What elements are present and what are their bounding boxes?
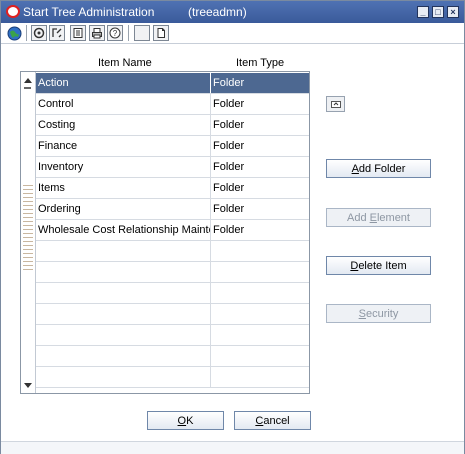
table-row[interactable]: Control Folder bbox=[36, 94, 309, 115]
item-name-cell[interactable] bbox=[36, 325, 211, 345]
close-button[interactable]: × bbox=[447, 6, 459, 18]
item-name-cell[interactable]: Costing bbox=[36, 115, 211, 135]
window-subtitle: (treeadmn) bbox=[188, 5, 247, 19]
item-name-cell[interactable]: Items bbox=[36, 178, 211, 198]
table-row[interactable] bbox=[36, 262, 309, 283]
add-element-button[interactable]: Add Element bbox=[326, 208, 431, 227]
svg-text:?: ? bbox=[113, 29, 118, 38]
tree-items-grid[interactable]: Action Folder Control Folder Costing Folder Fi… bbox=[20, 71, 310, 394]
toolbar-separator bbox=[128, 25, 129, 41]
title-bar[interactable]: Start Tree Administration (treeadmn) _ □… bbox=[1, 1, 464, 23]
table-row[interactable]: Finance Folder bbox=[36, 136, 309, 157]
add-element-label: lement bbox=[376, 211, 410, 224]
table-row[interactable] bbox=[36, 304, 309, 325]
add-folder-label: dd Folder bbox=[358, 162, 406, 175]
maximize-button[interactable]: □ bbox=[432, 6, 444, 18]
new-document-icon[interactable] bbox=[153, 25, 169, 41]
item-name-cell[interactable]: Action bbox=[36, 73, 211, 93]
item-type-cell[interactable]: Folder bbox=[211, 199, 309, 219]
item-name-cell[interactable] bbox=[36, 367, 211, 387]
item-type-cell[interactable] bbox=[211, 346, 309, 366]
delete-item-mnemonic: D bbox=[350, 259, 359, 272]
scroll-track-marker bbox=[24, 87, 31, 89]
table-row[interactable] bbox=[36, 283, 309, 304]
table-row[interactable]: Ordering Folder bbox=[36, 199, 309, 220]
add-element-label-prefix: Add bbox=[346, 211, 370, 224]
item-name-cell[interactable] bbox=[36, 241, 211, 261]
print-icon[interactable] bbox=[89, 25, 105, 41]
table-row[interactable] bbox=[36, 346, 309, 367]
item-name-cell[interactable]: Inventory bbox=[36, 157, 211, 177]
item-type-cell[interactable] bbox=[211, 367, 309, 387]
item-type-cell[interactable] bbox=[211, 283, 309, 303]
scroll-down-icon[interactable] bbox=[23, 380, 33, 390]
delete-item-label: elete Item bbox=[358, 259, 407, 272]
scroll-thumb[interactable] bbox=[23, 182, 33, 272]
action-icon[interactable] bbox=[31, 25, 47, 41]
item-name-cell[interactable]: Ordering bbox=[36, 199, 211, 219]
move-up-button[interactable] bbox=[326, 96, 345, 112]
security-mnemonic: S bbox=[358, 307, 366, 320]
table-row[interactable]: Action Folder bbox=[36, 73, 309, 94]
start-tree-administration-window: Start Tree Administration (treeadmn) _ □… bbox=[0, 0, 465, 454]
item-name-cell[interactable] bbox=[36, 283, 211, 303]
oracle-logo-icon bbox=[6, 5, 20, 18]
item-name-cell[interactable]: Finance bbox=[36, 136, 211, 156]
scroll-up-icon[interactable] bbox=[23, 75, 33, 85]
item-type-cell[interactable] bbox=[211, 262, 309, 282]
cancel-mnemonic: C bbox=[255, 414, 264, 427]
ok-label: K bbox=[186, 414, 194, 427]
table-row[interactable]: Items Folder bbox=[36, 178, 309, 199]
security-button[interactable]: Security bbox=[326, 304, 431, 323]
close-icon: × bbox=[450, 6, 456, 17]
column-header-item-type[interactable]: Item Type bbox=[236, 57, 284, 69]
add-folder-button[interactable]: Add Folder bbox=[326, 159, 431, 178]
item-type-cell[interactable] bbox=[211, 304, 309, 324]
window-bottom-edge bbox=[1, 441, 464, 454]
toolbar-separator bbox=[26, 25, 27, 41]
blank-icon[interactable] bbox=[134, 25, 150, 41]
item-name-cell[interactable] bbox=[36, 346, 211, 366]
toolbar: ? bbox=[1, 23, 464, 44]
add-element-mnemonic: E bbox=[369, 211, 377, 224]
item-name-cell[interactable]: Wholesale Cost Relationship Mainten bbox=[36, 220, 211, 240]
maximize-icon: □ bbox=[435, 6, 441, 17]
detail-icon[interactable] bbox=[70, 25, 86, 41]
item-type-cell[interactable] bbox=[211, 241, 309, 261]
column-header-item-name[interactable]: Item Name bbox=[98, 57, 152, 69]
item-type-cell[interactable]: Folder bbox=[211, 73, 309, 93]
ok-mnemonic: O bbox=[177, 414, 187, 427]
add-folder-mnemonic: A bbox=[351, 162, 359, 175]
item-type-cell[interactable]: Folder bbox=[211, 157, 309, 177]
help-icon[interactable]: ? bbox=[107, 25, 123, 41]
item-type-cell[interactable]: Folder bbox=[211, 178, 309, 198]
item-name-cell[interactable]: Control bbox=[36, 94, 211, 114]
table-row[interactable]: Wholesale Cost Relationship Mainten Folde… bbox=[36, 220, 309, 241]
table-row[interactable] bbox=[36, 325, 309, 346]
move-up-icon bbox=[330, 101, 341, 108]
ok-button[interactable]: OK bbox=[147, 411, 224, 430]
table-row[interactable] bbox=[36, 367, 309, 388]
window-title: Start Tree Administration bbox=[23, 5, 155, 19]
item-type-cell[interactable]: Folder bbox=[211, 136, 309, 156]
item-type-cell[interactable] bbox=[211, 325, 309, 345]
table-row[interactable] bbox=[36, 241, 309, 262]
minimize-icon: _ bbox=[420, 6, 426, 17]
item-name-cell[interactable] bbox=[36, 304, 211, 324]
cancel-button[interactable]: Cancel bbox=[234, 411, 311, 430]
table-row[interactable]: Inventory Folder bbox=[36, 157, 309, 178]
globe-icon[interactable] bbox=[6, 25, 22, 41]
cancel-label: ancel bbox=[263, 414, 290, 427]
item-type-cell[interactable]: Folder bbox=[211, 115, 309, 135]
delete-item-button[interactable]: Delete Item bbox=[326, 256, 431, 275]
item-type-cell[interactable]: Folder bbox=[211, 94, 309, 114]
minimize-button[interactable]: _ bbox=[417, 6, 429, 18]
security-label: ecurity bbox=[365, 307, 399, 320]
item-type-cell[interactable]: Folder bbox=[211, 220, 309, 240]
item-name-cell[interactable] bbox=[36, 262, 211, 282]
edit-icon[interactable] bbox=[49, 25, 65, 41]
vertical-scrollbar[interactable] bbox=[21, 72, 36, 393]
table-row[interactable]: Costing Folder bbox=[36, 115, 309, 136]
